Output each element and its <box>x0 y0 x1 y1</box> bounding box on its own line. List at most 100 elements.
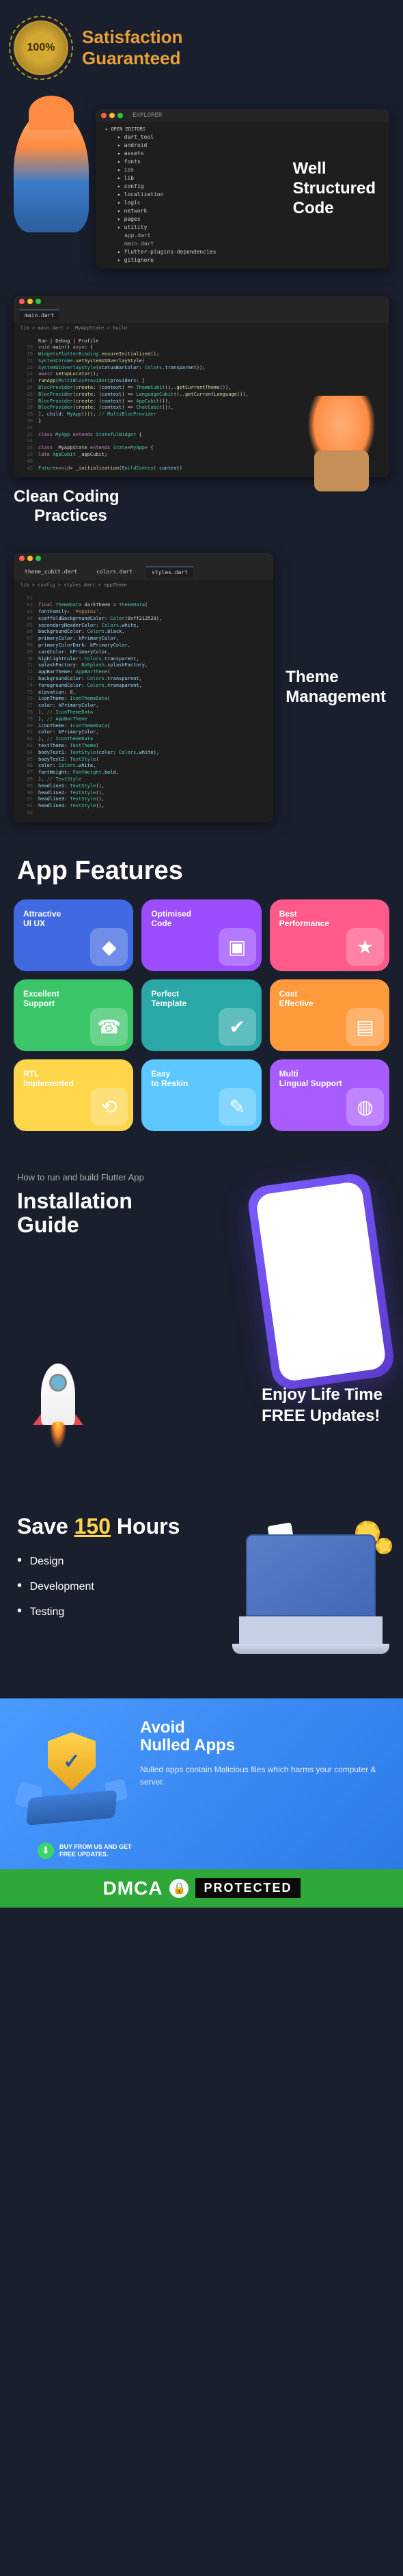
feature-icon: ◆ <box>90 928 128 966</box>
code-line: 71 splashFactory: NoSplash.splashFactory… <box>19 662 268 669</box>
gear-icon <box>376 1538 392 1554</box>
maximize-icon[interactable] <box>36 556 41 561</box>
feature-card[interactable]: CostEffective▤ <box>270 979 389 1051</box>
code-line: 21 SystemChrome.setSystemUIOverlayStyle( <box>19 358 384 365</box>
code-line: 80 iconTheme: IconThemeData( <box>19 723 268 730</box>
window-titlebar <box>14 553 273 564</box>
code-line: 83 textTheme: TextTheme( <box>19 743 268 750</box>
laptop-keyboard <box>239 1616 383 1644</box>
tab[interactable]: colors.dart <box>91 567 138 578</box>
features-title: App Features <box>0 836 403 899</box>
minimize-icon[interactable] <box>109 113 115 118</box>
tab[interactable]: theme_cubit.dart <box>19 567 83 578</box>
tab-main[interactable]: main.dart <box>19 310 59 321</box>
open-editors-label[interactable]: OPEN EDITORS <box>104 126 381 133</box>
feature-card[interactable]: PerfectTemplate✔ <box>141 979 261 1051</box>
shield-art: ✓ <box>17 1719 126 1828</box>
feature-icon: ⟲ <box>90 1088 128 1126</box>
code-line: 78 ), // IconThemeData <box>19 709 268 716</box>
tree-item[interactable]: android <box>111 141 381 150</box>
save-suffix: Hours <box>111 1514 180 1538</box>
code-line: 68 primaryColorDark: kPrimaryColor, <box>19 642 268 649</box>
explorer-label: EXPLORER <box>133 112 162 119</box>
maximize-icon[interactable] <box>36 299 41 304</box>
dmca-banner[interactable]: DMCA 🔒 PROTECTED <box>0 1869 403 1908</box>
feature-grid: AttractiveUI UX◆OptimisedCode▣BestPerfor… <box>0 899 403 1152</box>
feature-icon: ✎ <box>219 1088 256 1126</box>
avoid-title: Avoid Nulled Apps <box>140 1719 386 1755</box>
tree-item[interactable]: flutter-plugins-dependencies <box>111 248 381 256</box>
character-sitting-icon <box>294 396 389 491</box>
code-line: 72 appBarTheme: AppBarTheme( <box>19 669 268 676</box>
window-titlebar <box>14 296 389 307</box>
code-line: 85 bodyText2: TextStyle( <box>19 757 268 763</box>
close-icon[interactable] <box>101 113 107 118</box>
satisfaction-line1: Satisfaction <box>82 27 182 48</box>
feature-icon: ✔ <box>219 1008 256 1046</box>
feature-label-theme: Theme Management <box>286 668 386 707</box>
code-line: 63 fontFamily: 'Poppins', <box>19 609 268 616</box>
tree-item[interactable]: app.dart <box>111 232 381 240</box>
close-icon[interactable] <box>19 556 25 561</box>
theme-section: theme_cubit.dart colors.dart styles.dart l… <box>0 539 403 835</box>
satisfaction-section: 100% Satisfaction Guaranteed <box>0 0 403 96</box>
feature-card[interactable]: AttractiveUI UX◆ <box>14 899 133 971</box>
dmca-brand: DMCA <box>102 1877 163 1899</box>
buy-line: FREE UPDATES. <box>59 1851 132 1858</box>
feature-card-title: RTLImplemented <box>23 1069 124 1089</box>
code-line: 89 headline1: TextStyle(), <box>19 783 268 790</box>
character-icon <box>14 109 89 232</box>
code-line: 74 foregroundColor: Colors.transparent, <box>19 683 268 690</box>
buy-line: BUY FROM US AND GET <box>59 1843 132 1851</box>
code-line: 69 cardColor: kPrimaryColor, <box>19 649 268 656</box>
code-line: 62final ThemeData darkTheme = ThemeData( <box>19 602 268 609</box>
feature-card[interactable]: BestPerformance★ <box>270 899 389 971</box>
feature-card[interactable]: RTLImplemented⟲ <box>14 1059 133 1131</box>
code-line: 81 color: kPrimaryColor, <box>19 729 268 736</box>
avoid-nulled-section: ✓ Avoid Nulled Apps Nulled apps contain … <box>0 1698 403 1869</box>
feature-card-title: OptimisedCode <box>151 909 251 929</box>
styles-dart-window: theme_cubit.dart colors.dart styles.dart l… <box>14 553 273 822</box>
tree-item[interactable]: utility <box>111 223 381 232</box>
code-line: 73 backgroundColor: Colors.transparent, <box>19 676 268 683</box>
feature-card[interactable]: ExcellentSupport☎ <box>14 979 133 1051</box>
feature-card-title: ExcellentSupport <box>23 989 124 1009</box>
rocket-icon <box>20 1357 96 1459</box>
code-line: 77 color: kPrimaryColor, <box>19 703 268 709</box>
tree-item[interactable]: main.dart <box>111 240 381 248</box>
save-hours-section: Save 150 Hours DesignDevelopmentTesting <box>0 1493 403 1698</box>
laptop-screen <box>246 1534 376 1616</box>
close-icon[interactable] <box>19 299 25 304</box>
tree-item[interactable]: gitignore <box>111 256 381 265</box>
check-icon: ✓ <box>63 1750 80 1774</box>
code-line: 88 ), // TextStyle <box>19 776 268 783</box>
tab[interactable]: styles.dart <box>146 567 193 578</box>
tab-bar: theme_cubit.dart colors.dart styles.dart <box>14 564 273 580</box>
save-prefix: Save <box>17 1514 74 1538</box>
installation-section: How to run and build Flutter App Install… <box>0 1152 403 1343</box>
minimize-icon[interactable] <box>27 556 33 561</box>
avoid-content: Avoid Nulled Apps Nulled apps contain Ma… <box>140 1719 386 1788</box>
badge-value: 100% <box>27 42 55 54</box>
code-line: 75 elevation: 0, <box>19 690 268 696</box>
code-line: 64 scaffoldBackgroundColor: Color(0xff21… <box>19 616 268 623</box>
label-line: Code <box>293 199 376 219</box>
download-icon: ⬇ <box>38 1843 54 1859</box>
breadcrumb: lib > config > styles.dart > appTheme <box>14 580 273 590</box>
feature-icon: ▤ <box>346 1008 384 1046</box>
code-line: 84 bodyText1: TextStyle(color: Colors.wh… <box>19 750 268 757</box>
maximize-icon[interactable] <box>117 113 123 118</box>
tree-item[interactable]: dart_tool <box>111 133 381 141</box>
shield-icon: ✓ <box>48 1733 96 1791</box>
feature-card-title: PerfectTemplate <box>151 989 251 1009</box>
tree-item[interactable]: assets <box>111 150 381 158</box>
feature-card[interactable]: OptimisedCode▣ <box>141 899 261 971</box>
feature-card[interactable]: MultiLingual Support◍ <box>270 1059 389 1131</box>
feature-card[interactable]: Easyto Reskin✎ <box>141 1059 261 1131</box>
feature-card-title: BestPerformance <box>279 909 380 929</box>
laptop-mockup-icon <box>232 1534 389 1651</box>
minimize-icon[interactable] <box>27 299 33 304</box>
structured-code-section: EXPLORER OPEN EDITORS dart_toolandroidas… <box>0 96 403 282</box>
lock-icon: 🔒 <box>169 1879 189 1898</box>
rocket-flame <box>49 1422 67 1449</box>
